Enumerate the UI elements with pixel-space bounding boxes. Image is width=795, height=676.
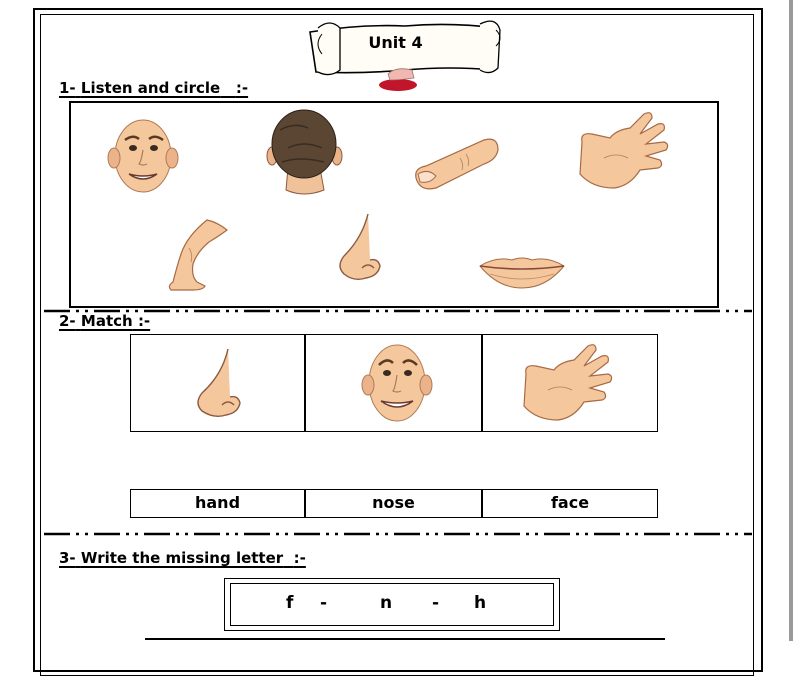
section-2-heading: 2- Match :- [59,312,150,330]
nose-icon[interactable] [334,212,386,284]
hand-icon[interactable] [574,108,674,198]
page-title: Unit 4 [368,33,423,52]
section-3-label: Write the missing letter [80,549,284,567]
section-1-suffix: :- [235,79,249,97]
leg-icon[interactable] [163,216,235,292]
match-word-face[interactable]: face [482,489,658,518]
letter-gap[interactable]: - [432,593,439,613]
section-divider [44,309,752,313]
letter-f: f [286,593,294,613]
section-1-heading: 1- Listen and circle :- [59,79,248,97]
lips-icon[interactable] [476,252,568,292]
head-back-icon[interactable] [264,108,344,198]
letter-n: n [380,593,393,613]
match-word-nose[interactable]: nose [305,489,482,518]
section-2-label: Match [80,312,133,330]
section-1-label: Listen and circle [80,79,221,97]
finger-icon[interactable] [410,134,502,194]
letter-h: h [474,593,487,613]
scroll-banner-icon [309,20,501,91]
answer-line[interactable] [145,638,665,640]
match-word-hand[interactable]: hand [130,489,305,518]
section-1-number: 1- [59,79,76,97]
hand-icon [523,344,613,421]
face-icon[interactable] [103,112,183,202]
face-icon [361,344,433,422]
section-3-number: 3- [59,549,76,567]
section-2-number: 2- [59,312,76,330]
nose-icon [197,348,241,418]
letter-gap[interactable]: - [320,593,327,613]
section-3-heading: 3- Write the missing letter :- [59,549,306,567]
section-2-suffix: :- [137,312,151,330]
section-divider [44,532,752,536]
section-3-suffix: :- [293,549,306,567]
